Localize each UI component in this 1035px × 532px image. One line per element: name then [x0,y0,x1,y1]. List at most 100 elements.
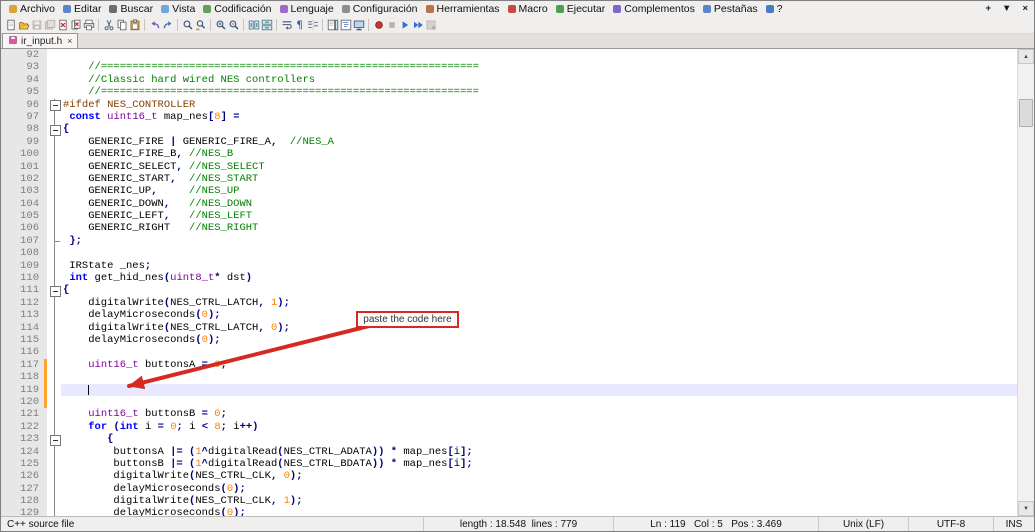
code-text[interactable]: //Classic hard wired NES controllers [61,74,1017,86]
menu-ejecutar[interactable]: Ejecutar [552,1,610,16]
run-macro-multiple-icon[interactable] [411,17,424,33]
window-plus-icon[interactable]: + [985,3,991,14]
scroll-up-arrow-icon[interactable]: ▲ [1018,49,1034,64]
scrollbar-thumb[interactable] [1019,99,1033,127]
code-text[interactable]: }; [61,235,1017,247]
code-text[interactable]: GENERIC_SELECT, //NES_SELECT [61,161,1017,173]
code-text[interactable]: for (int i = 0; i < 8; i++) [61,421,1017,433]
record-macro-icon[interactable] [372,17,385,33]
code-text[interactable]: delayMicroseconds(0); [61,309,1017,321]
play-macro-icon[interactable] [398,17,411,33]
line-number: 110 [1,272,47,285]
code-text[interactable]: int get_hid_nes(uint8_t* dst) [61,272,1017,284]
line-number: 106 [1,222,47,235]
zoom-out-icon[interactable] [227,17,240,33]
menu-configuracin[interactable]: Configuración [338,1,422,16]
menu-label: Vista [172,2,196,15]
code-text[interactable] [61,49,1017,61]
code-text[interactable]: buttonsA |= (1^digitalRead(NES_CTRL_ADAT… [61,446,1017,458]
code-text[interactable]: #ifdef NES_CONTROLLER [61,99,1017,111]
word-wrap-icon[interactable] [280,17,293,33]
code-text[interactable]: IRState _nes; [61,260,1017,272]
document-map-icon[interactable] [326,17,339,33]
code-text[interactable]: { [61,433,1017,445]
fold-collapse-icon[interactable] [47,433,61,447]
code-text[interactable]: GENERIC_UP, //NES_UP [61,185,1017,197]
fold-margin [47,445,61,459]
code-text[interactable]: GENERIC_START, //NES_START [61,173,1017,185]
menu-buscar[interactable]: Buscar [105,1,157,16]
stop-macro-icon [385,17,398,33]
zoom-in-icon[interactable] [214,17,227,33]
code-text[interactable]: { [61,284,1017,296]
code-text[interactable] [61,247,1017,259]
print-icon[interactable] [82,17,95,33]
tab-close-icon[interactable]: × [67,36,72,46]
menu-editar[interactable]: Editar [59,1,105,16]
fold-collapse-icon[interactable] [47,123,61,137]
scroll-down-arrow-icon[interactable]: ▼ [1018,501,1034,516]
menu-pestaas[interactable]: Pestañas [699,1,762,16]
code-text[interactable]: GENERIC_LEFT, //NES_LEFT [61,210,1017,222]
code-text[interactable]: digitalWrite(NES_CTRL_LATCH, 0); [61,322,1017,334]
code-text[interactable]: GENERIC_RIGHT //NES_RIGHT [61,222,1017,234]
code-text[interactable]: { [61,123,1017,135]
fold-collapse-icon[interactable] [47,98,61,112]
new-file-icon[interactable] [4,17,17,33]
code-text[interactable]: buttonsB |= (1^digitalRead(NES_CTRL_BDAT… [61,458,1017,470]
code-text[interactable]: delayMicroseconds(0); [61,507,1017,516]
code-text[interactable]: delayMicroseconds(0); [61,334,1017,346]
vertical-scrollbar[interactable]: ▲ ▼ [1017,49,1034,516]
cut-icon[interactable] [102,17,115,33]
undo-icon[interactable] [148,17,161,33]
paste-icon[interactable] [128,17,141,33]
code-text[interactable]: const uint16_t map_nes[8] = [61,111,1017,123]
menu-macro[interactable]: Macro [504,1,552,16]
menu-vista[interactable]: Vista [157,1,199,16]
code-text[interactable]: GENERIC_FIRE | GENERIC_FIRE_A, //NES_A [61,136,1017,148]
window-restore-icon[interactable]: ▼ [1002,3,1011,14]
save-all-icon [43,17,56,33]
code-text[interactable]: GENERIC_FIRE_B, //NES_B [61,148,1017,160]
code-text[interactable]: uint16_t buttonsB = 0; [61,408,1017,420]
sync-horizontal-scroll-icon[interactable] [260,17,273,33]
show-all-characters-icon[interactable]: ¶ [293,17,306,33]
menu-label: Editar [74,2,102,15]
line-number: 104 [1,197,47,211]
code-text[interactable]: digitalWrite(NES_CTRL_CLK, 1); [61,495,1017,507]
code-text[interactable]: //======================================… [61,61,1017,73]
window-close-icon[interactable]: × [1022,3,1028,14]
code-text[interactable]: digitalWrite(NES_CTRL_LATCH, 1); [61,297,1017,309]
menu-lenguaje[interactable]: Lenguaje [276,1,338,16]
menu-herramientas[interactable]: Herramientas [422,1,504,16]
copy-icon[interactable] [115,17,128,33]
macro-menu-icon [507,4,516,13]
indent-guides-icon[interactable] [306,17,319,33]
sync-vertical-scroll-icon[interactable] [247,17,260,33]
replace-icon[interactable] [194,17,207,33]
function-list-icon[interactable] [339,17,352,33]
code-text[interactable]: //======================================… [61,86,1017,98]
code-text[interactable] [61,383,1017,396]
tab-ir_input.h[interactable]: ir_input.h × [2,33,79,48]
menu-help[interactable]: ? [762,1,787,16]
open-file-icon[interactable] [17,17,30,33]
menu-complementos[interactable]: Complementos [609,1,699,16]
code-text[interactable] [61,371,1017,383]
code-text[interactable]: uint16_t buttonsA = 0; [61,359,1017,371]
menu-label: ? [776,2,783,15]
monitor-icon[interactable] [352,17,365,33]
code-text[interactable]: GENERIC_DOWN, //NES_DOWN [61,198,1017,210]
code-text[interactable]: digitalWrite(NES_CTRL_CLK, 0); [61,470,1017,482]
code-text[interactable] [61,396,1017,408]
code-text[interactable] [61,346,1017,358]
find-icon[interactable] [181,17,194,33]
code-text[interactable]: delayMicroseconds(0); [61,483,1017,495]
menu-codificacin[interactable]: Codificación [199,1,275,16]
menu-archivo[interactable]: Archivo [5,1,59,16]
redo-icon[interactable] [161,17,174,33]
close-all-icon[interactable] [69,17,82,33]
fold-collapse-icon[interactable] [47,284,61,298]
code-line: 124 buttonsA |= (1^digitalRead(NES_CTRL_… [1,445,1017,459]
close-file-icon[interactable] [56,17,69,33]
